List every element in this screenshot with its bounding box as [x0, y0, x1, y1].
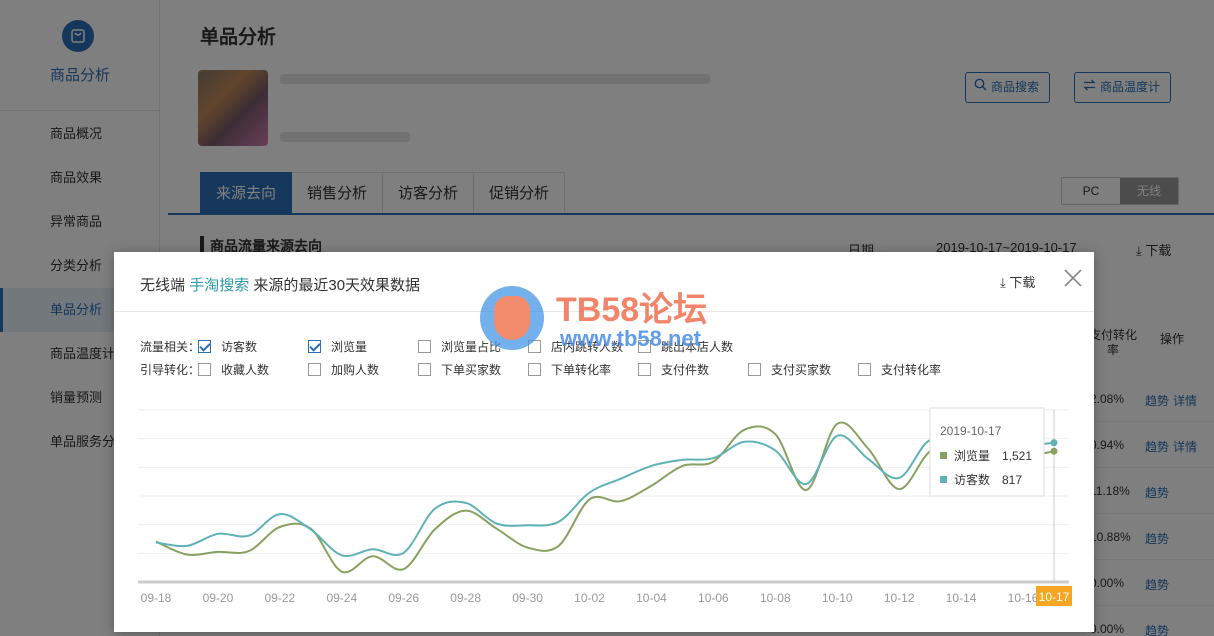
trend-line-chart: 09-18 09-20 09-22 09-24 09-26 09-28 09-30 10-02… [138, 407, 1072, 606]
metric-checkbox-label: 浏览量占比 [441, 339, 502, 354]
x-tick-label: 09-28 [450, 591, 481, 605]
tooltip-series-value: 1,521 [1002, 449, 1032, 463]
x-tick-label: 09-26 [388, 591, 419, 605]
checkbox-empty-icon [528, 362, 541, 376]
checkbox-empty-icon [638, 362, 651, 376]
tooltip-legend-swatch [940, 452, 947, 459]
metric-checkbox[interactable]: 支付买家数 [748, 359, 831, 379]
tooltip-series-name: 访客数 [954, 472, 990, 487]
x-tick-label: 09-20 [203, 591, 234, 605]
metric-checkbox[interactable]: 浏览量占比 [418, 336, 501, 356]
tooltip-series-name: 浏览量 [954, 448, 990, 463]
x-tick-label: 10-08 [760, 591, 791, 605]
metric-checkbox-label: 收藏人数 [221, 362, 270, 377]
x-tick-label: 10-10 [822, 591, 853, 605]
checkbox-empty-icon [748, 362, 761, 376]
checkbox-empty-icon [638, 339, 651, 353]
metric-checkbox[interactable]: 下单转化率 [528, 359, 611, 379]
metric-checkbox-label: 店内跳转人数 [551, 339, 624, 354]
metric-checkbox-label: 访客数 [221, 339, 258, 354]
metric-checkbox-label: 支付转化率 [881, 362, 942, 377]
close-icon[interactable] [1062, 267, 1084, 289]
series-line-1 [155, 421, 1055, 574]
x-tick-label: 09-18 [141, 591, 172, 605]
metric-checkbox[interactable]: 下单买家数 [418, 359, 501, 379]
filter-group-2: 引导转化： 收藏人数 加购人数 下单买家数 下单转化率 支付件数 支付买家数 支付转化率 [140, 359, 1040, 379]
chart-tooltip: 2019-10-17 浏览量 1,521 访客数 817 [929, 407, 1045, 497]
trend-modal: 无线端 手淘搜索 来源的最近30天效果数据 ⤓ 下载 流量相关： 访客数 浏览量 浏览… [114, 252, 1094, 632]
modal-title-source: 手淘搜索 [189, 277, 250, 294]
metric-checkbox[interactable]: 支付转化率 [858, 359, 941, 379]
checkbox-checked-icon [198, 339, 211, 353]
metric-checkbox[interactable]: 收藏人数 [198, 359, 269, 379]
metric-checkbox-label: 加购人数 [331, 362, 380, 377]
x-tick-label: 10-06 [698, 591, 729, 605]
metric-checkbox-label: 下单买家数 [441, 362, 502, 377]
tooltip-series-value: 817 [1002, 473, 1022, 487]
modal-download-button[interactable]: ⤓ 下载 [1000, 272, 1035, 291]
checkbox-empty-icon [528, 339, 541, 353]
x-tick-label: 09-22 [265, 591, 296, 605]
modal-title-prefix: 无线端 [140, 277, 186, 294]
filter-group-1: 流量相关： 访客数 浏览量 浏览量占比 店内跳转人数 跳出本店人数 [140, 336, 1040, 356]
checkbox-checked-icon [308, 339, 321, 353]
modal-title: 无线端 手淘搜索 来源的最近30天效果数据 [140, 274, 420, 295]
metric-checkbox[interactable]: 跳出本店人数 [638, 336, 733, 356]
metric-checkbox-label: 下单转化率 [551, 362, 612, 377]
series-point-2 [1050, 439, 1058, 447]
metric-checkbox[interactable]: 访客数 [198, 336, 257, 356]
metric-checkbox-label: 浏览量 [331, 339, 368, 354]
filter-group-label: 引导转化： [140, 363, 201, 377]
series-point-1 [1050, 447, 1058, 455]
x-tick-label: 10-04 [636, 591, 667, 605]
tooltip-legend-swatch [940, 476, 947, 483]
metric-checkbox[interactable]: 支付件数 [638, 359, 709, 379]
metric-checkbox-label: 支付买家数 [771, 362, 832, 377]
x-tick-label: 10-14 [946, 591, 977, 605]
checkbox-empty-icon [198, 362, 211, 376]
filter-group-label: 流量相关： [140, 340, 201, 354]
x-tick-label-highlight: 10-17 [1039, 590, 1070, 604]
x-tick-label: 10-12 [884, 591, 915, 605]
modal-download-label: 下载 [1009, 275, 1036, 290]
x-tick-label: 10-16 [1008, 591, 1039, 605]
modal-title-suffix: 来源的最近30天效果数据 [253, 277, 421, 294]
tooltip-date: 2019-10-17 [940, 424, 1002, 438]
metric-checkbox[interactable]: 加购人数 [308, 359, 379, 379]
x-tick-label: 09-24 [326, 591, 357, 605]
checkbox-empty-icon [858, 362, 871, 376]
checkbox-empty-icon [418, 339, 431, 353]
checkbox-empty-icon [308, 362, 321, 376]
checkbox-empty-icon [418, 362, 431, 376]
metric-checkbox[interactable]: 浏览量 [308, 336, 367, 356]
x-tick-label: 10-02 [574, 591, 605, 605]
x-tick-label: 09-30 [512, 591, 543, 605]
metric-checkbox-label: 跳出本店人数 [661, 339, 734, 354]
download-icon: ⤓ [1000, 275, 1006, 290]
metric-checkbox[interactable]: 店内跳转人数 [528, 336, 623, 356]
metric-checkbox-label: 支付件数 [661, 362, 710, 377]
modal-header: 无线端 手淘搜索 来源的最近30天效果数据 ⤓ 下载 [114, 252, 1094, 312]
